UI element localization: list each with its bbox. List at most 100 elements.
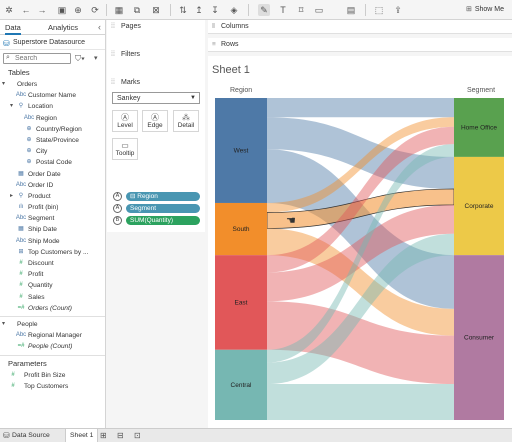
redo-icon[interactable]: → bbox=[36, 4, 48, 16]
table-row[interactable]: ▾ People bbox=[0, 319, 105, 330]
worksheet-view: Sheet 1 Region Segment West South East Cent… bbox=[208, 56, 512, 428]
chevron-down-icon[interactable]: ▾ bbox=[10, 101, 13, 112]
new-story-icon[interactable]: ⊡ bbox=[134, 431, 141, 440]
save-icon[interactable]: ▣ bbox=[56, 4, 68, 16]
collapse-pane-icon[interactable]: ‹ bbox=[98, 22, 101, 32]
sankey-flow[interactable] bbox=[267, 98, 454, 118]
field-row[interactable]: Abc Order ID bbox=[0, 180, 105, 191]
field-label: Ship Mode bbox=[28, 237, 60, 245]
label-icon[interactable]: T bbox=[277, 4, 289, 16]
field-row[interactable]: ▸ ⚲ Product bbox=[0, 191, 105, 202]
pill-encoding-icon[interactable]: B bbox=[113, 216, 122, 225]
marks-icon: ⁞⁞ bbox=[111, 79, 115, 86]
field-row[interactable]: Abc Ship Mode bbox=[0, 236, 105, 247]
datasource-tab[interactable]: Data Source bbox=[8, 429, 54, 442]
highlight-icon[interactable]: ✎ bbox=[258, 4, 270, 16]
new-sheet-icon[interactable]: ⊞ bbox=[100, 431, 107, 440]
pane-tabs: Data Analytics ‹ bbox=[0, 20, 105, 35]
level-button[interactable]: Ⓐ Level bbox=[112, 110, 138, 132]
field-label: Profit bbox=[28, 271, 44, 279]
pages-card[interactable]: ⁞⁞ Pages bbox=[107, 20, 205, 50]
tab-analytics[interactable]: Analytics bbox=[48, 23, 78, 32]
field-label: Customer Name bbox=[28, 92, 77, 100]
share-icon[interactable]: ⇪ bbox=[392, 4, 404, 16]
field-row[interactable]: ▦ Ship Date bbox=[0, 224, 105, 235]
tableau-logo-icon[interactable]: ✲ bbox=[3, 4, 15, 16]
field-type-icon: =# bbox=[17, 343, 25, 350]
swap-rows-columns-icon[interactable]: ⇅ bbox=[177, 4, 189, 16]
rows-shelf[interactable]: ≡ Rows bbox=[208, 38, 512, 52]
edge-button[interactable]: Ⓐ Edge bbox=[142, 110, 168, 132]
field-label: Sales bbox=[28, 293, 45, 301]
columns-label: Columns bbox=[221, 23, 249, 30]
filter-icon[interactable]: ⛉▾ bbox=[75, 54, 85, 64]
tab-data[interactable]: Data bbox=[5, 23, 21, 35]
chevron-down-icon[interactable]: ▾ bbox=[2, 319, 5, 330]
left-axis-header: Region bbox=[230, 87, 252, 94]
add-datasource-icon[interactable]: ⊕ bbox=[72, 4, 84, 16]
field-row[interactable]: ⊕ State/Province bbox=[0, 135, 105, 146]
field-pill[interactable]: SUM(Quantity) bbox=[126, 216, 200, 225]
field-row[interactable]: ⊞ Top Customers by ... bbox=[0, 247, 105, 258]
parameter-row[interactable]: # Profit Bin Size bbox=[0, 370, 105, 381]
undo-icon[interactable]: ← bbox=[20, 4, 32, 16]
fix-axes-icon[interactable]: ▤ bbox=[345, 4, 357, 16]
field-row[interactable]: Abc Customer Name bbox=[0, 90, 105, 101]
pill-encoding-icon[interactable]: A bbox=[113, 204, 122, 213]
tooltip-button[interactable]: ▭ Tooltip bbox=[112, 138, 138, 160]
field-type-icon: Abc bbox=[15, 332, 27, 339]
right-axis-header: Segment bbox=[467, 87, 495, 94]
field-row[interactable]: ▾ ⚲ Location bbox=[0, 101, 105, 112]
field-pill[interactable]: Segment bbox=[126, 204, 200, 213]
field-row[interactable]: # Sales bbox=[0, 292, 105, 303]
detail-button[interactable]: ⁂ Detail bbox=[173, 110, 199, 132]
presentation-icon[interactable]: ⬚ bbox=[373, 4, 385, 16]
clear-sheet-icon[interactable]: ⊠ bbox=[150, 4, 162, 16]
field-row[interactable]: =# Orders (Count) bbox=[0, 303, 105, 314]
chevron-right-icon[interactable]: ▸ bbox=[10, 191, 13, 202]
field-row[interactable]: Abc Region bbox=[0, 113, 105, 124]
refresh-icon[interactable]: ⟳ bbox=[89, 4, 101, 16]
fit-icon[interactable]: ▭ bbox=[313, 4, 325, 16]
fields-list: ▾ Orders Abc Customer Name ▾ ⚲ Location Abc Regi… bbox=[0, 79, 105, 314]
new-dashboard-icon[interactable]: ⊟ bbox=[117, 431, 124, 440]
field-label: Orders bbox=[17, 81, 38, 88]
field-row[interactable]: ⊕ Postal Code bbox=[0, 157, 105, 168]
divider bbox=[0, 315, 105, 317]
sheet-tab[interactable]: Sheet 1 bbox=[65, 429, 99, 442]
pane-menu-icon[interactable]: ▾ bbox=[94, 54, 98, 62]
sort-ascending-icon[interactable]: ↥ bbox=[193, 4, 205, 16]
field-type-icon: ⚲ bbox=[18, 103, 24, 110]
mark-type-select[interactable]: Sankey ▼ bbox=[112, 92, 200, 104]
sankey-flow[interactable] bbox=[267, 384, 454, 420]
field-row[interactable]: =# People (Count) bbox=[0, 341, 105, 352]
duplicate-sheet-icon[interactable]: ⧉ bbox=[131, 4, 143, 16]
group-members-icon[interactable]: ◈ bbox=[228, 4, 240, 16]
table-row[interactable]: ▾ Orders bbox=[0, 79, 105, 90]
field-label: Order Date bbox=[28, 170, 61, 178]
pill-encoding-icon[interactable]: A bbox=[113, 192, 122, 201]
field-row[interactable]: ⊕ City bbox=[0, 146, 105, 157]
new-worksheet-icon[interactable]: ▦ bbox=[113, 4, 125, 16]
format-icon[interactable]: ⌑ bbox=[295, 4, 307, 16]
field-row[interactable]: ılı Profit (bin) bbox=[0, 202, 105, 213]
field-pill[interactable]: ⊟ Region bbox=[126, 192, 200, 201]
field-label: Region bbox=[36, 114, 57, 122]
chevron-down-icon[interactable]: ▾ bbox=[2, 79, 5, 90]
field-row[interactable]: Abc Regional Manager bbox=[0, 330, 105, 341]
field-row[interactable]: # Discount bbox=[0, 258, 105, 269]
rows-label: Rows bbox=[221, 41, 239, 48]
region-label: West bbox=[234, 147, 249, 154]
field-label: Quantity bbox=[28, 282, 53, 290]
sort-descending-icon[interactable]: ↧ bbox=[209, 4, 221, 16]
show-me-button[interactable]: ⊞ Show Me bbox=[466, 4, 504, 16]
parameter-row[interactable]: # Top Customers bbox=[0, 381, 105, 392]
field-row[interactable]: ⊕ Country/Region bbox=[0, 124, 105, 135]
field-row[interactable]: # Quantity bbox=[0, 280, 105, 291]
field-row[interactable]: ▦ Order Date bbox=[0, 169, 105, 180]
search-input[interactable] bbox=[15, 54, 69, 63]
datasource-row[interactable]: ⛁ Superstore Datasource bbox=[0, 35, 105, 50]
columns-shelf[interactable]: ⦀ Columns bbox=[208, 20, 512, 34]
field-row[interactable]: # Profit bbox=[0, 269, 105, 280]
field-row[interactable]: Abc Segment bbox=[0, 213, 105, 224]
